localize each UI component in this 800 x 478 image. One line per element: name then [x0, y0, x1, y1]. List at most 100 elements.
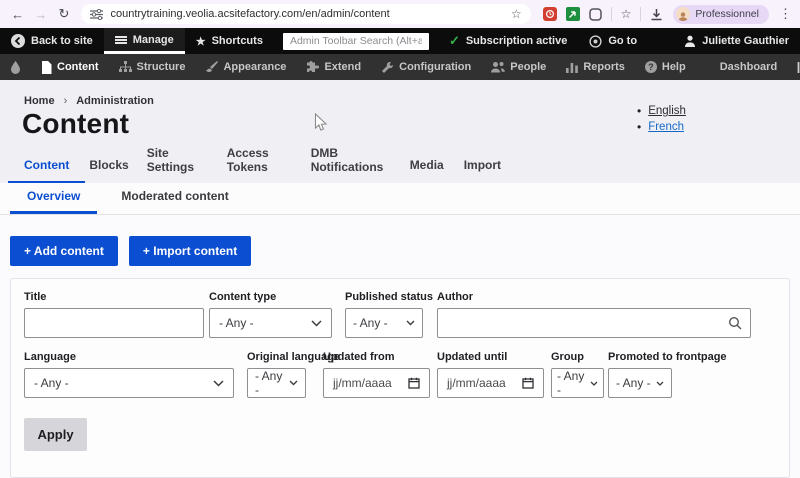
bookmark-star-icon[interactable]: ☆	[511, 7, 522, 21]
tab-content[interactable]: Content	[8, 158, 86, 183]
extension-icon[interactable]	[588, 7, 602, 21]
menu-item-content-label: Content	[57, 61, 99, 73]
hamburger-icon	[114, 35, 127, 44]
puzzle-icon	[306, 61, 320, 73]
back-to-site-button[interactable]: Back to site	[0, 28, 104, 54]
shortcuts-button[interactable]: ★ Shortcuts	[185, 28, 274, 54]
language-switcher: • English • French	[637, 103, 686, 135]
chevron-down-icon	[311, 319, 322, 327]
tab-access-tokens[interactable]: Access Tokens	[227, 146, 283, 183]
breadcrumb: Home › Administration	[24, 95, 154, 107]
updated-from-label: Updated from	[323, 351, 395, 363]
published-status-select[interactable]: - Any -	[345, 308, 423, 338]
original-language-label: Original language	[247, 351, 340, 363]
chevron-down-icon	[289, 380, 298, 386]
apply-button[interactable]: Apply	[24, 418, 87, 451]
filter-updated-until: Updated until jj/mm/aaaa	[437, 351, 544, 398]
user-name-label: Juliette Gauthier	[702, 35, 789, 47]
tab-media[interactable]: Media	[410, 158, 444, 183]
subtab-overview[interactable]: Overview	[10, 189, 98, 214]
filter-promoted: Promoted to frontpage - Any -	[608, 351, 727, 398]
content-type-select[interactable]: - Any -	[209, 308, 332, 338]
updated-until-date-input[interactable]: jj/mm/aaaa	[437, 368, 544, 398]
menu-item-extend[interactable]: Extend	[296, 54, 371, 80]
calendar-icon[interactable]	[408, 377, 420, 389]
subtab-moderated-content[interactable]: Moderated content	[121, 189, 228, 214]
browser-forward-icon[interactable]: →	[31, 7, 50, 22]
browser-profile-chip[interactable]: Professionnel	[673, 4, 769, 24]
manage-button[interactable]: Manage	[103, 28, 185, 54]
language-link-french[interactable]: French	[648, 119, 684, 135]
original-language-select[interactable]: - Any -	[247, 368, 306, 398]
user-menu[interactable]: Juliette Gauthier	[673, 28, 800, 54]
menu-item-extend-label: Extend	[324, 61, 362, 73]
content-type-value: - Any -	[219, 316, 254, 330]
collapse-toolbar-button[interactable]	[787, 54, 800, 80]
browser-back-icon[interactable]: ←	[8, 7, 27, 22]
menu-item-structure[interactable]: Structure	[109, 54, 196, 80]
drupal-home-button[interactable]	[0, 54, 31, 80]
manage-label: Manage	[132, 33, 174, 46]
breadcrumb-home-link[interactable]: Home	[24, 95, 55, 107]
filter-content-type: Content type - Any -	[209, 291, 332, 338]
subscription-status: ✓ Subscription active	[438, 28, 578, 54]
calendar-icon[interactable]	[522, 377, 534, 389]
menu-item-help[interactable]: ? Help	[635, 54, 696, 80]
capture-extension-icon[interactable]	[565, 7, 580, 21]
menu-item-reports[interactable]: Reports	[556, 54, 635, 80]
author-label: Author	[437, 291, 474, 303]
updated-until-placeholder: jj/mm/aaaa	[447, 376, 506, 390]
published-status-label: Published status	[345, 291, 434, 303]
menu-item-content[interactable]: Content	[31, 54, 109, 80]
action-buttons: + Add content + Import content	[10, 236, 252, 266]
profile-avatar	[676, 7, 691, 21]
downloads-icon[interactable]	[650, 8, 663, 21]
menu-item-people[interactable]: People	[481, 54, 556, 80]
go-to-button[interactable]: Go to	[578, 28, 648, 54]
author-input[interactable]	[447, 316, 728, 330]
updated-from-date-input[interactable]: jj/mm/aaaa	[323, 368, 430, 398]
language-label: Language	[24, 351, 76, 363]
group-label: Group	[551, 351, 584, 363]
promoted-label: Promoted to frontpage	[608, 351, 727, 363]
address-bar[interactable]: countrytraining.veolia.acsitefactory.com…	[81, 4, 531, 24]
filter-title: Title	[24, 291, 204, 338]
title-label: Title	[24, 291, 47, 303]
tab-import[interactable]: Import	[464, 158, 501, 183]
browser-menu-icon[interactable]: ⋮	[779, 6, 792, 22]
shortcuts-label: Shortcuts	[211, 35, 263, 47]
menu-item-dashboard-label: Dashboard	[719, 61, 778, 73]
add-content-button[interactable]: + Add content	[10, 236, 118, 266]
timer-extension-icon[interactable]	[542, 7, 557, 21]
browser-refresh-icon[interactable]: ↻	[54, 6, 73, 22]
admin-toolbar: Back to site Manage ★ Shortcuts ✓ Subscr…	[0, 28, 800, 54]
import-content-button[interactable]: + Import content	[128, 236, 252, 266]
menu-item-appearance[interactable]: Appearance	[195, 54, 296, 80]
language-value: - Any -	[34, 376, 69, 390]
title-input[interactable]	[24, 308, 204, 338]
check-icon: ✓	[448, 33, 460, 48]
site-info-icon[interactable]	[90, 8, 104, 20]
language-link-english[interactable]: English	[648, 103, 686, 119]
updated-until-label: Updated until	[437, 351, 508, 363]
side-panel-star-icon[interactable]: ☆	[621, 7, 632, 21]
menu-item-dashboard[interactable]: Dashboard	[710, 54, 787, 80]
admin-toolbar-search-input[interactable]	[282, 32, 429, 50]
profile-name: Professionnel	[695, 8, 759, 20]
url-text: countrytraining.veolia.acsitefactory.com…	[110, 8, 390, 20]
divider	[640, 7, 642, 21]
primary-tabs: Content Blocks Site Settings Access Toke…	[0, 145, 800, 183]
tab-site-settings[interactable]: Site Settings	[147, 146, 209, 183]
menu-item-configuration[interactable]: Configuration	[371, 54, 481, 80]
tab-dmb-notifications[interactable]: DMB Notifications	[311, 146, 395, 183]
chevron-down-icon	[590, 381, 598, 386]
tab-blocks[interactable]: Blocks	[89, 158, 128, 183]
wrench-icon	[381, 61, 394, 74]
group-select[interactable]: - Any -	[551, 368, 604, 398]
promoted-select[interactable]: - Any -	[608, 368, 672, 398]
published-status-value: - Any -	[353, 316, 388, 330]
language-select[interactable]: - Any -	[24, 368, 234, 398]
menu-item-configuration-label: Configuration	[399, 61, 472, 73]
author-search-box	[437, 308, 751, 338]
content-filter-panel: Title Content type - Any - Published sta…	[10, 278, 790, 478]
